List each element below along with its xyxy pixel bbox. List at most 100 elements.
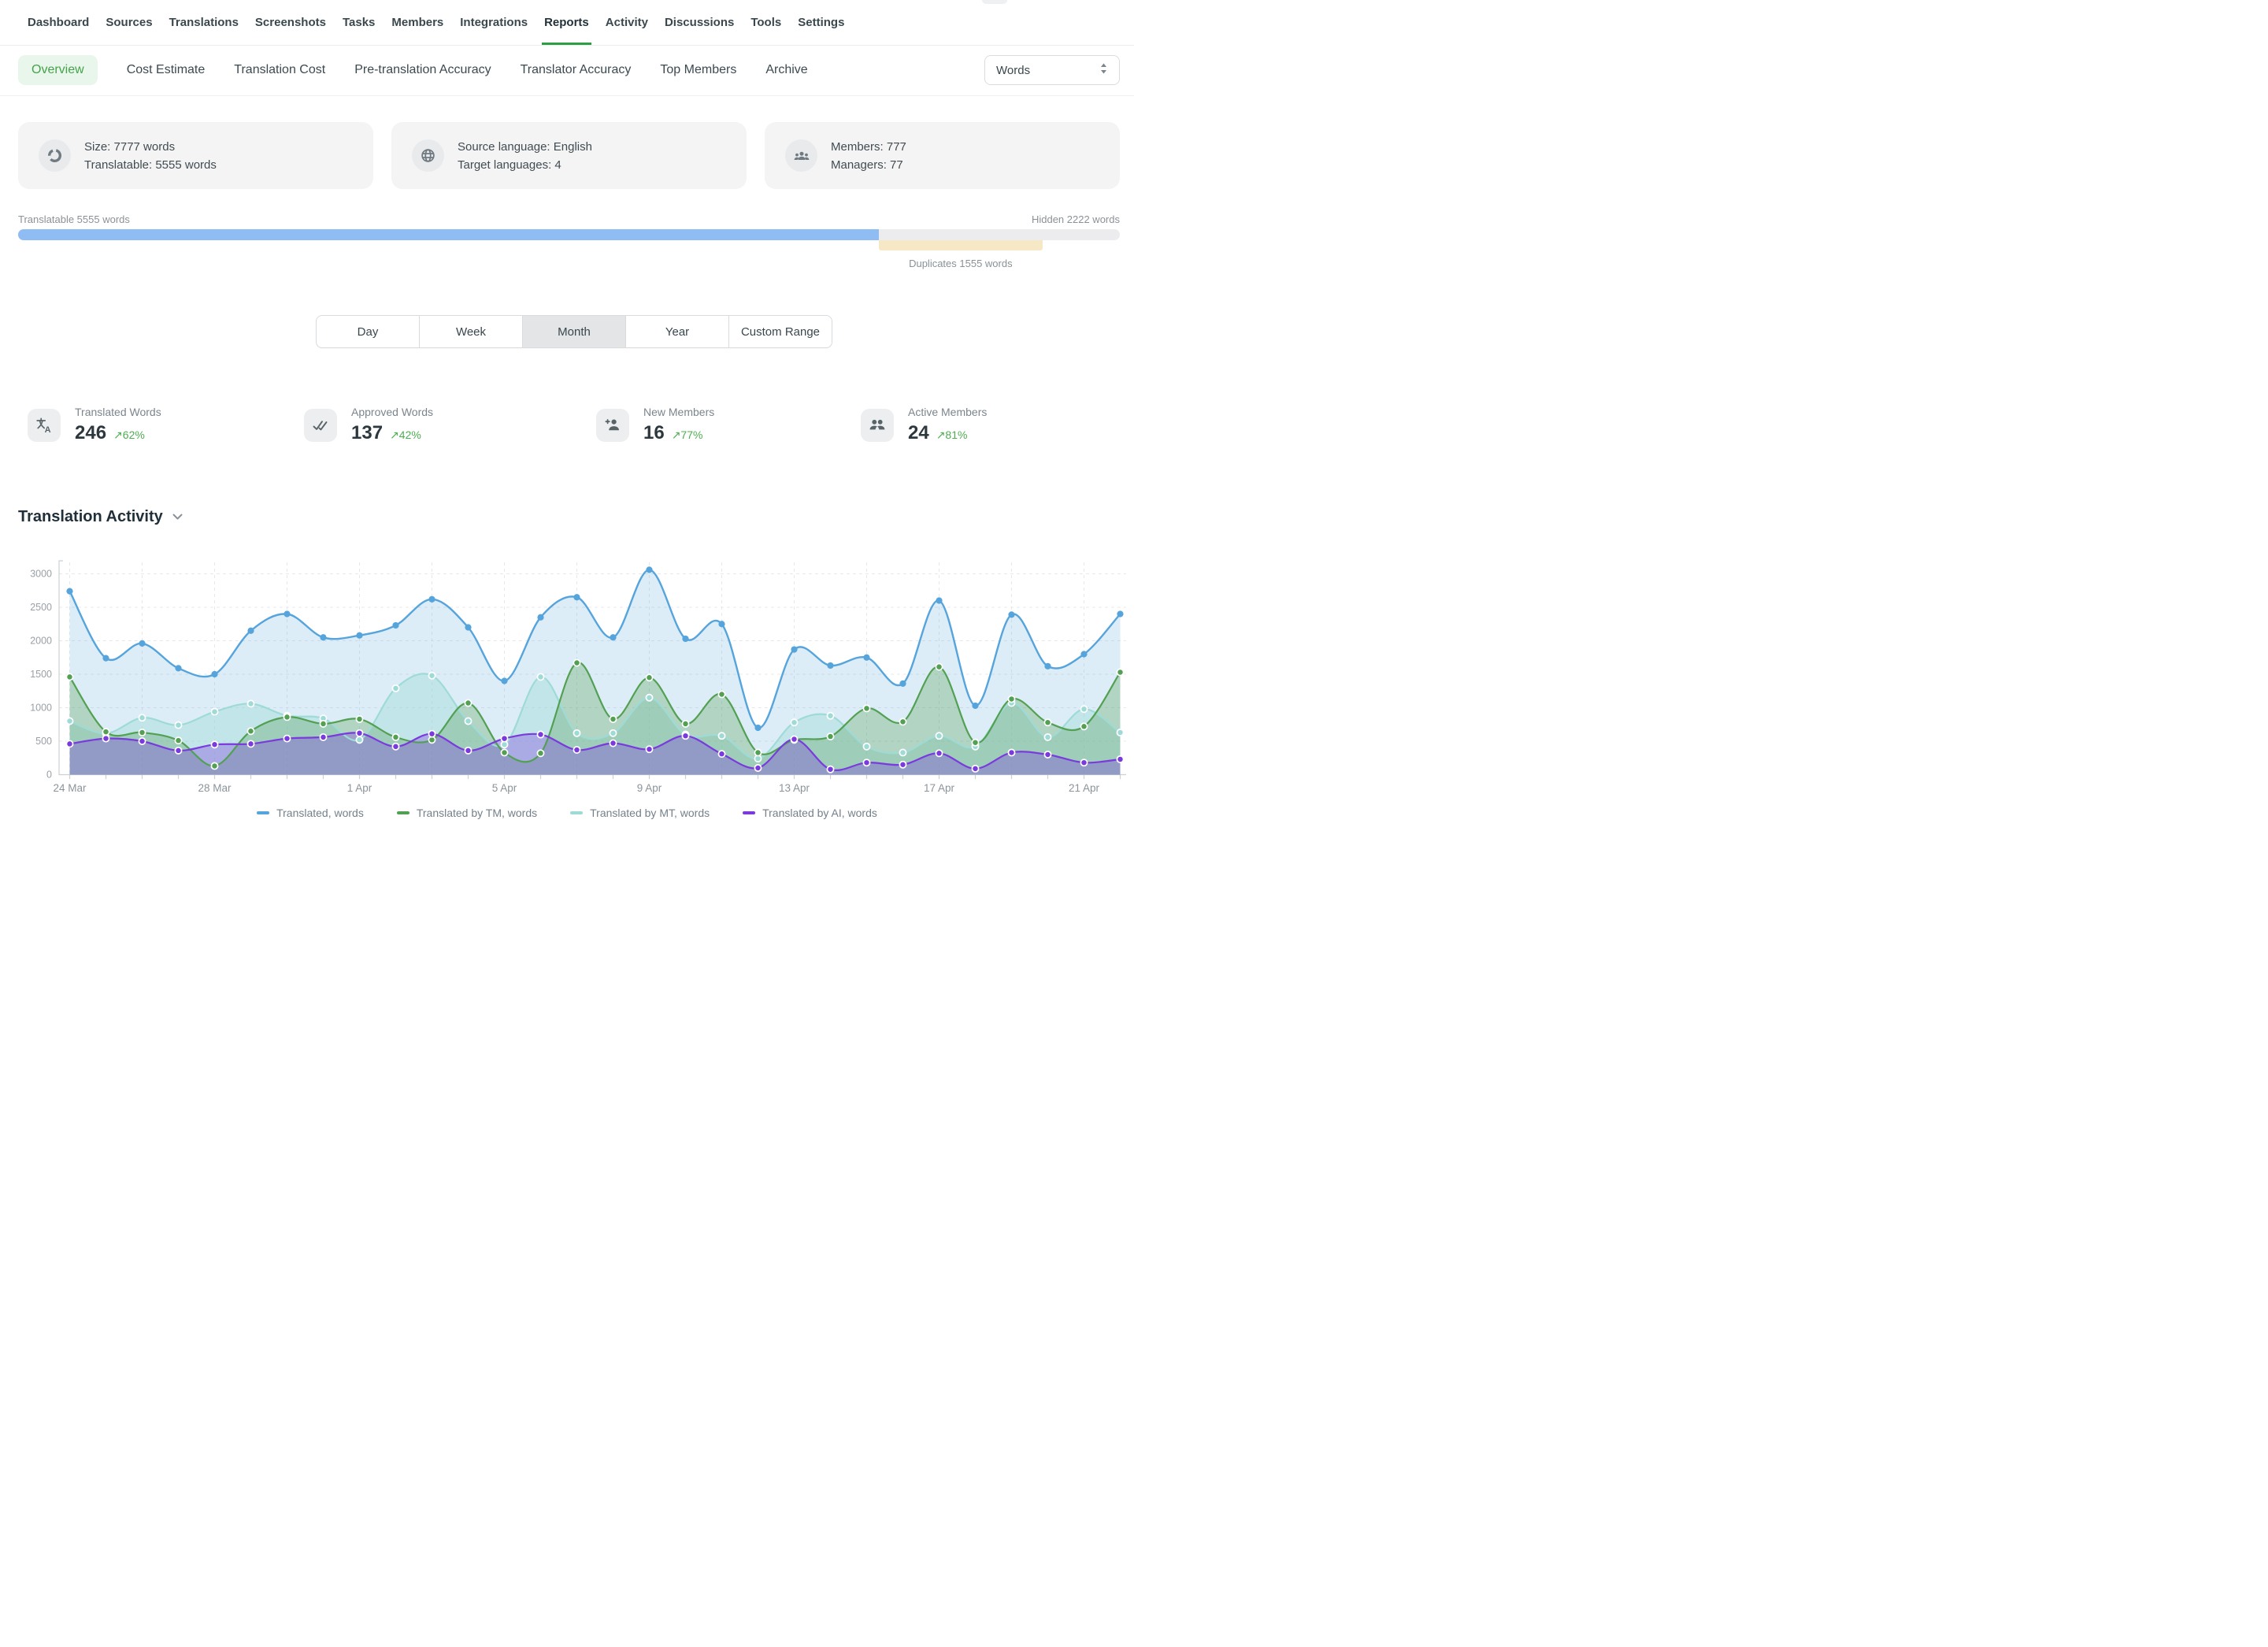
nav-item-discussions[interactable]: Discussions [665, 0, 734, 45]
top-nav-items: Dashboard Sources Translations Screenshots T… [0, 0, 1134, 45]
svg-text:0: 0 [46, 770, 52, 781]
duplicates-bar [879, 240, 1043, 250]
unit-select[interactable]: Words [984, 55, 1120, 85]
legend-swatch [570, 811, 583, 815]
svg-text:21 Apr: 21 Apr [1069, 782, 1100, 794]
globe-icon [412, 139, 444, 172]
nav-item-sources[interactable]: Sources [106, 0, 152, 45]
chevron-down-icon[interactable] [172, 510, 183, 525]
svg-text:1500: 1500 [30, 669, 52, 680]
stat-card-new-members: New Members 16 ↗77% [596, 406, 714, 444]
stat-value: 16 [643, 422, 665, 443]
range-tab-month[interactable]: Month [522, 316, 625, 347]
info-card-line: Managers: 77 [831, 156, 906, 174]
nav-item-translations[interactable]: Translations [169, 0, 239, 45]
translatable-progress-fill [18, 229, 879, 240]
legend-label: Translated by MT, words [590, 807, 710, 819]
donut-chart-icon [39, 139, 71, 172]
project-info-cards: Size: 7777 wordsTranslatable: 5555 words… [18, 122, 1120, 189]
stat-trend: ↗62% [113, 428, 145, 441]
stat-value: 137 [351, 422, 383, 443]
legend-item-translated-by-tm-words[interactable]: Translated by TM, words [397, 807, 537, 819]
report-tab-top-members[interactable]: Top Members [660, 63, 736, 77]
nav-item-dashboard[interactable]: Dashboard [28, 0, 89, 45]
svg-text:17 Apr: 17 Apr [924, 782, 955, 794]
nav-item-members[interactable]: Members [391, 0, 443, 45]
report-tab-overview[interactable]: Overview [18, 55, 98, 85]
nav-item-screenshots[interactable]: Screenshots [255, 0, 326, 45]
info-card-line: Source language: English [458, 138, 592, 156]
people-group-icon [785, 139, 817, 172]
info-card-line: Translatable: 5555 words [84, 156, 217, 174]
people-two-icon [861, 409, 894, 442]
svg-text:3000: 3000 [30, 569, 52, 580]
legend-item-translated-by-ai-words[interactable]: Translated by AI, words [743, 807, 877, 819]
nav-item-integrations[interactable]: Integrations [460, 0, 528, 45]
nav-item-tools[interactable]: Tools [750, 0, 781, 45]
range-tab-year[interactable]: Year [625, 316, 728, 347]
legend-item-translated-by-mt-words[interactable]: Translated by MT, words [570, 807, 710, 819]
legend-label: Translated, words [276, 807, 364, 819]
stat-value: 246 [75, 422, 106, 443]
stat-label: New Members [643, 406, 714, 418]
info-card-0: Size: 7777 wordsTranslatable: 5555 words [18, 122, 373, 189]
hidden-label: Hidden 2222 words [1032, 213, 1120, 225]
stat-label: Translated Words [75, 406, 161, 418]
legend-swatch [743, 811, 755, 815]
date-range-tabs: DayWeekMonthYearCustom Range [316, 315, 832, 348]
svg-text:28 Mar: 28 Mar [198, 782, 232, 794]
svg-text:1 Apr: 1 Apr [347, 782, 372, 794]
stat-card-translated-words: A Translated Words 246 ↗62% [28, 406, 161, 444]
stat-value: 24 [908, 422, 929, 443]
top-navigation: Dashboard Sources Translations Screenshots T… [0, 0, 1134, 46]
stat-trend: ↗77% [672, 428, 703, 441]
report-tab-archive[interactable]: Archive [765, 63, 807, 77]
svg-text:A: A [45, 425, 51, 435]
legend-swatch [397, 811, 410, 815]
svg-text:9 Apr: 9 Apr [637, 782, 662, 794]
nav-item-tasks[interactable]: Tasks [343, 0, 375, 45]
stat-card-active-members: Active Members 24 ↗81% [861, 406, 987, 444]
nav-item-settings[interactable]: Settings [798, 0, 844, 45]
translate-icon: A [28, 409, 61, 442]
svg-text:1000: 1000 [30, 703, 52, 714]
range-tab-week[interactable]: Week [419, 316, 522, 347]
svg-text:500: 500 [35, 736, 52, 747]
range-tab-day[interactable]: Day [317, 316, 419, 347]
select-arrows-icon [1099, 62, 1108, 79]
stat-card-approved-words: Approved Words 137 ↗42% [304, 406, 433, 444]
reports-subnav-items: Overview Cost Estimate Translation Cost Pre… [0, 45, 1134, 95]
report-tab-translator-accuracy[interactable]: Translator Accuracy [521, 63, 632, 77]
info-card-line: Members: 777 [831, 138, 906, 156]
svg-text:2500: 2500 [30, 602, 52, 613]
nav-item-reports[interactable]: Reports [544, 0, 589, 45]
report-tab-cost-estimate[interactable]: Cost Estimate [127, 63, 206, 77]
double-check-icon [304, 409, 337, 442]
chart-legend: Translated, words Translated by TM, words… [0, 807, 1134, 819]
unit-select-value: Words [996, 64, 1030, 77]
report-tab-translation-cost[interactable]: Translation Cost [234, 63, 325, 77]
stat-label: Active Members [908, 406, 987, 418]
legend-item-translated-words[interactable]: Translated, words [257, 807, 364, 819]
words-progress-bar [18, 229, 1120, 240]
info-card-2: Members: 777Managers: 77 [765, 122, 1120, 189]
nav-item-activity[interactable]: Activity [606, 0, 648, 45]
info-card-line: Target languages: 4 [458, 156, 592, 174]
chart-title: Translation Activity [18, 508, 163, 526]
range-tab-custom-range[interactable]: Custom Range [728, 316, 832, 347]
stat-trend: ↗42% [390, 428, 421, 441]
cutoff-popup-remnant [982, 0, 1007, 4]
svg-text:24 Mar: 24 Mar [53, 782, 87, 794]
stat-label: Approved Words [351, 406, 433, 418]
translation-activity-chart[interactable]: 0 500 1000 1500 2000 2500 3000 24 Mar 28 Mar 1 Ap… [0, 537, 1134, 802]
svg-text:2000: 2000 [30, 636, 52, 647]
legend-label: Translated by TM, words [417, 807, 537, 819]
svg-text:13 Apr: 13 Apr [779, 782, 810, 794]
duplicates-label: Duplicates 1555 words [874, 258, 1047, 269]
reports-subnav: Overview Cost Estimate Translation Cost Pre… [0, 45, 1134, 96]
translatable-label: Translatable 5555 words [18, 213, 130, 225]
report-tab-pre-translation-accuracy[interactable]: Pre-translation Accuracy [354, 63, 491, 77]
stat-trend: ↗81% [936, 428, 968, 441]
legend-swatch [257, 811, 269, 815]
info-card-line: Size: 7777 words [84, 138, 217, 156]
